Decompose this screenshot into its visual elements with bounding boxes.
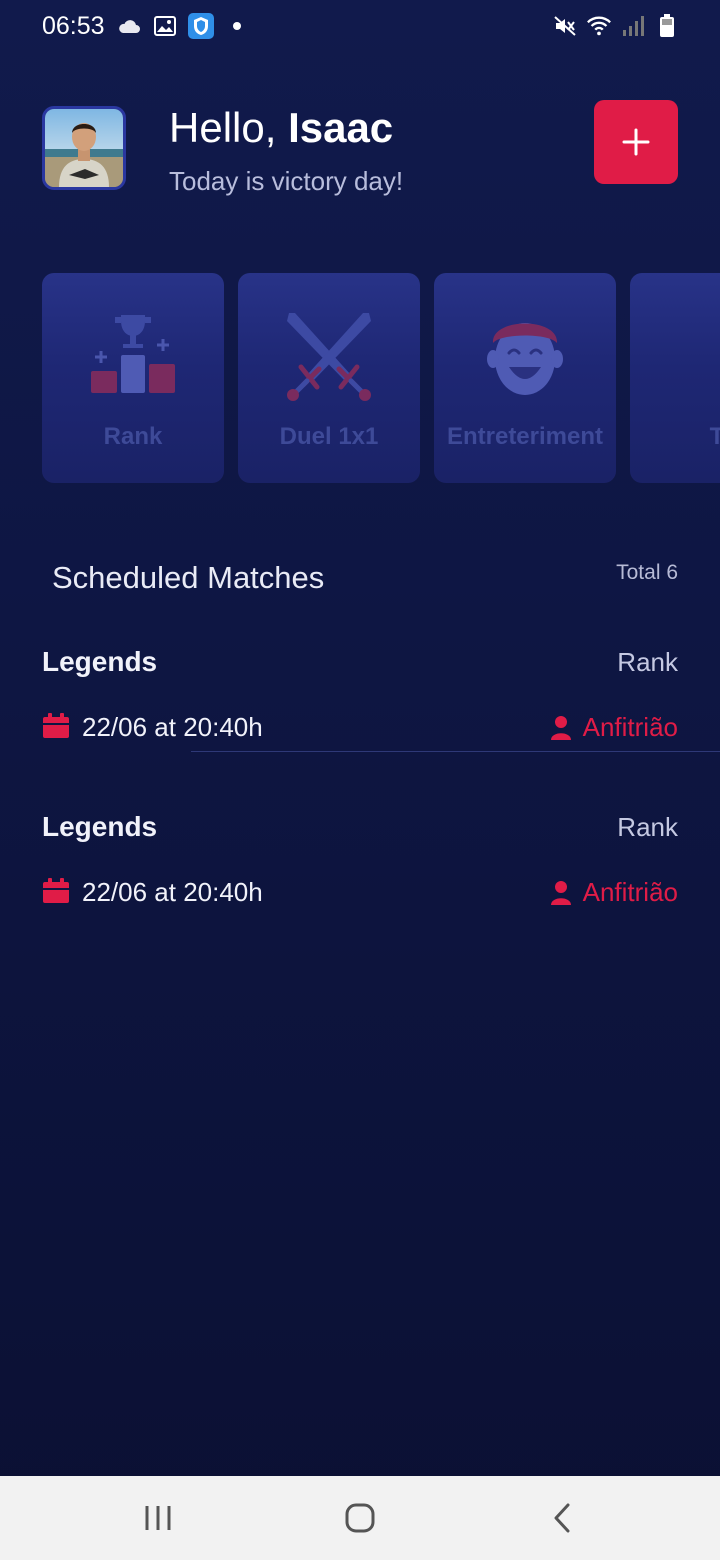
category-card-rank[interactable]: Rank bbox=[42, 273, 224, 483]
match-host-label: Anfitrião bbox=[582, 712, 678, 742]
cloud-icon bbox=[116, 13, 142, 39]
battery-icon bbox=[654, 13, 680, 39]
scheduled-total: Total 6 bbox=[616, 561, 678, 584]
dot-icon bbox=[224, 13, 250, 39]
wifi-icon bbox=[586, 13, 612, 39]
back-button[interactable] bbox=[540, 1496, 584, 1540]
match-host: Anfitrião bbox=[550, 712, 678, 743]
user-icon bbox=[550, 715, 571, 740]
image-icon bbox=[152, 13, 178, 39]
match-type: Rank bbox=[617, 812, 678, 842]
avatar-photo bbox=[45, 109, 123, 187]
crossed-swords-icon bbox=[287, 313, 371, 401]
category-carousel[interactable]: Rank Duel 1x1 Entreteriment T bbox=[42, 273, 720, 483]
plus-icon bbox=[622, 128, 650, 156]
system-nav-bar bbox=[0, 1476, 720, 1560]
divider bbox=[191, 751, 720, 752]
category-card-duel[interactable]: Duel 1x1 bbox=[238, 273, 420, 483]
back-icon bbox=[554, 1503, 570, 1533]
match-name: Legends bbox=[42, 646, 158, 677]
match-item[interactable]: Legends Rank 22/06 at 20:40h Anfitrião bbox=[42, 646, 678, 766]
subtitle: Today is victory day! bbox=[169, 166, 404, 196]
status-time: 06:53 bbox=[42, 12, 105, 40]
category-label: Rank bbox=[103, 423, 163, 450]
category-label: Tr bbox=[709, 423, 720, 450]
greeting-prefix: Hello, bbox=[169, 104, 277, 151]
user-icon bbox=[550, 880, 571, 905]
match-host: Anfitrião bbox=[550, 877, 678, 908]
home-button[interactable] bbox=[338, 1496, 382, 1540]
trophy-podium-icon bbox=[91, 315, 175, 393]
match-item[interactable]: Legends Rank 22/06 at 20:40h Anfitrião bbox=[42, 811, 678, 931]
home-icon bbox=[345, 1503, 375, 1533]
match-host-label: Anfitrião bbox=[582, 877, 678, 907]
signal-icon bbox=[620, 13, 646, 39]
user-name: Isaac bbox=[288, 104, 394, 151]
status-bar: 06:53 bbox=[0, 0, 720, 56]
match-type: Rank bbox=[617, 647, 678, 677]
gamepad-icon bbox=[671, 309, 720, 405]
avatar[interactable] bbox=[42, 106, 126, 190]
mute-icon bbox=[552, 13, 578, 39]
category-card-entertainment[interactable]: Entreteriment bbox=[434, 273, 616, 483]
category-label: Duel 1x1 bbox=[279, 423, 379, 450]
recent-apps-button[interactable] bbox=[136, 1496, 180, 1540]
add-button[interactable] bbox=[594, 100, 678, 184]
match-date: 22/06 at 20:40h bbox=[82, 712, 263, 742]
calendar-icon bbox=[43, 878, 69, 903]
match-name: Legends bbox=[42, 811, 158, 842]
shield-icon bbox=[188, 13, 214, 39]
calendar-icon bbox=[43, 713, 69, 738]
category-label: Entreteriment bbox=[446, 423, 604, 450]
scheduled-matches-title: Scheduled Matches bbox=[52, 560, 325, 595]
greeting: Hello, Isaac bbox=[169, 104, 393, 152]
smiling-face-icon bbox=[487, 323, 563, 395]
recent-apps-icon bbox=[145, 1506, 171, 1530]
category-card-partial[interactable]: Tr bbox=[630, 273, 720, 483]
match-date: 22/06 at 20:40h bbox=[82, 877, 263, 907]
